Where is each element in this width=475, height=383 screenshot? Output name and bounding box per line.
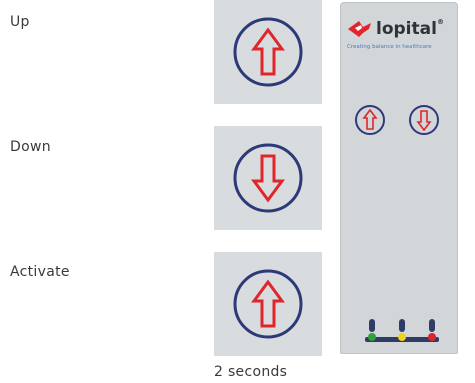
label-down: Down — [10, 139, 51, 155]
remote-control: lopital ® Creating balance in healthcare — [340, 2, 458, 354]
down-arrow-icon — [409, 105, 439, 135]
brand-tagline: Creating balance in healthcare — [347, 44, 432, 50]
registered-mark: ® — [436, 18, 444, 26]
led-red-icon — [428, 319, 436, 341]
remote-down-button[interactable] — [407, 103, 441, 141]
label-activate: Activate — [10, 264, 70, 280]
remote-up-button[interactable] — [353, 103, 387, 141]
up-arrow-icon — [355, 105, 385, 135]
status-leds — [365, 319, 439, 342]
led-yellow-icon — [398, 319, 406, 341]
brand-logo: lopital ® — [347, 18, 444, 39]
up-button-tile[interactable] — [214, 0, 322, 104]
up-arrow-icon — [233, 17, 303, 87]
lopital-logo-icon — [348, 21, 371, 37]
hold-duration-caption: 2 seconds — [214, 364, 288, 380]
down-arrow-icon — [233, 143, 303, 213]
led-green-icon — [368, 319, 376, 341]
label-up: Up — [10, 14, 30, 30]
down-button-tile[interactable] — [214, 126, 322, 230]
brand-name: lopital — [376, 19, 437, 39]
activate-button-tile[interactable] — [214, 252, 322, 356]
up-arrow-icon — [233, 269, 303, 339]
